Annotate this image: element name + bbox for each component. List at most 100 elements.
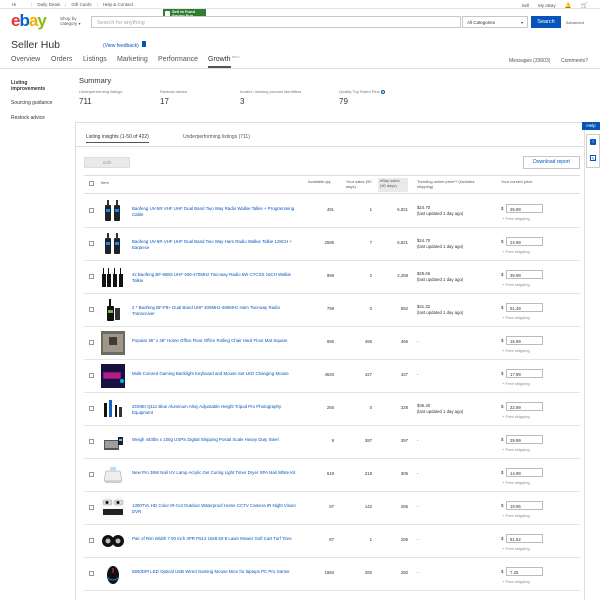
item-thumbnail[interactable] (101, 430, 125, 454)
item-title-link[interactable]: Baofeng UV-5R VHF UHF Dual Band Two Way … (132, 206, 300, 218)
row-checkbox[interactable] (89, 571, 94, 576)
item-thumbnail[interactable] (101, 397, 125, 421)
row-checkbox[interactable] (89, 373, 94, 378)
bell-icon[interactable]: 🔔 (565, 3, 572, 9)
price-input[interactable]: 17.99 (506, 369, 543, 378)
tab-underperforming-listings[interactable]: Underperforming listings (711) (183, 134, 250, 140)
sidebar-item-listing-improvements[interactable]: Listing improvements (11, 80, 61, 92)
item-title-link[interactable]: Multi-Colored Gaming Backlight Keyboard … (132, 371, 300, 377)
metric-top-rated-plus[interactable]: Quality Top Rated Plus i 79 (339, 89, 385, 106)
row-checkbox[interactable] (89, 208, 94, 213)
row-checkbox[interactable] (89, 538, 94, 543)
row-checkbox[interactable] (89, 439, 94, 444)
price-input[interactable]: 7.25 (506, 567, 543, 576)
info-icon[interactable]: i (380, 89, 385, 94)
free-shipping-label: + Free shipping (502, 579, 530, 584)
price-input[interactable]: 25.89 (506, 204, 543, 213)
tab-performance[interactable]: Performance (158, 56, 198, 63)
shop-by-category[interactable]: Shop by category ▾ (60, 16, 88, 26)
ebay-logo[interactable]: ebay (11, 12, 47, 30)
price-input[interactable]: 15.99 (506, 336, 543, 345)
select-all-checkbox[interactable] (89, 181, 94, 186)
item-thumbnail[interactable] (101, 364, 125, 388)
header-item[interactable]: Item (101, 180, 109, 186)
item-title-link[interactable]: New Pro 36W Nail UV Lamp Acrylic Gel Cur… (132, 470, 300, 476)
price-input[interactable]: 24.99 (506, 237, 543, 246)
feedback-icon[interactable] (142, 41, 146, 47)
row-checkbox[interactable] (89, 505, 94, 510)
header-trending-price[interactable]: Trending online price** (includes shippi… (417, 179, 487, 190)
category-select[interactable]: All Categories ▾ (462, 16, 528, 28)
row-checkbox[interactable] (89, 274, 94, 279)
my-ebay-link[interactable]: My eBay (538, 3, 556, 8)
item-thumbnail[interactable] (101, 199, 125, 223)
edit-button[interactable]: Edit (84, 157, 130, 168)
view-feedback-link[interactable]: (View feedback) (103, 43, 139, 49)
advanced-search-link[interactable]: Advanced (566, 20, 584, 25)
search-input[interactable]: Search for anything (91, 16, 461, 28)
row-checkbox[interactable] (89, 472, 94, 477)
tab-growth[interactable]: Growth (208, 56, 231, 68)
cart-icon[interactable]: 🛒 (581, 2, 588, 9)
row-checkbox[interactable] (89, 307, 94, 312)
search-button[interactable]: Search (531, 16, 561, 28)
item-title-link[interactable]: Pair of Rim Width 7.00 inch 4PR P512 18x… (132, 536, 300, 542)
metric-underperforming[interactable]: Underperforming listings 711 (79, 89, 122, 106)
tab-marketing[interactable]: Marketing (117, 56, 148, 63)
item-thumbnail[interactable] (101, 232, 125, 256)
sidebar-item-restock-advice[interactable]: Restock advice (11, 115, 45, 121)
item-title-link[interactable]: ZOMEI Q111 Blue Aluminum Alloy Adjustabl… (132, 404, 300, 416)
price-input[interactable]: 61.62 (506, 534, 543, 543)
item-title-link[interactable]: 1300TVL HD Color IR-Cut Outdoor Waterpro… (132, 503, 300, 515)
metric-invalid-identifiers[interactable]: Invalid / missing product identifiers 3 (240, 89, 301, 106)
table-row: Multi-Colored Gaming Backlight Keyboard … (84, 360, 580, 393)
row-checkbox[interactable] (89, 406, 94, 411)
download-report-button[interactable]: Download report (523, 156, 580, 169)
item-thumbnail[interactable] (101, 562, 125, 586)
tab-listing-insights[interactable]: Listing insights (1-50 of 422) (86, 134, 149, 143)
item-thumbnail[interactable] (101, 331, 125, 355)
gift-cards-link[interactable]: Gift Cards (71, 2, 91, 7)
table-row: Weigh 440lbs x 100g USPS Digital Shippin… (84, 426, 580, 459)
metric-restock[interactable]: Restock advice 17 (160, 89, 187, 106)
daily-deals-link[interactable]: Daily Deals (37, 2, 60, 7)
row-checkbox[interactable] (89, 241, 94, 246)
item-title-link[interactable]: Weigh 440lbs x 100g USPS Digital Shippin… (132, 437, 300, 443)
help-contact-link[interactable]: Help & Contact (103, 2, 133, 7)
item-thumbnail[interactable] (101, 265, 125, 289)
header-ebay-sales[interactable]: eBay sales (90 days) (378, 178, 408, 192)
header-current-price[interactable]: Your current price (501, 179, 551, 185)
question-icon[interactable]: ? (590, 139, 596, 145)
item-thumbnail[interactable] (101, 463, 125, 487)
item-thumbnail[interactable] (101, 496, 125, 520)
help-tab[interactable]: Help (582, 122, 600, 130)
item-title-link[interactable]: 2 * Baofeng BF-F8+ Dual Band UHF 400MHz-… (132, 305, 300, 317)
item-title-link[interactable]: 4x Baofeng BF-888S UHF 400-470MHz Two-wa… (132, 272, 300, 284)
header-available-qty[interactable]: Available qty (308, 179, 338, 185)
item-thumbnail[interactable] (101, 529, 125, 553)
sidebar-item-sourcing-guidance[interactable]: Sourcing guidance (11, 100, 52, 106)
row-checkbox[interactable] (89, 340, 94, 345)
price-input[interactable]: 29.99 (506, 435, 543, 444)
messages-link[interactable]: Messages (33603) (509, 58, 550, 64)
edit-note-icon[interactable]: ✎ (590, 155, 596, 161)
price-input[interactable]: 19.95 (506, 501, 543, 510)
price-input[interactable]: 22.69 (506, 402, 543, 411)
comments-link[interactable]: Comments? (561, 58, 588, 64)
header-your-sales[interactable]: Your sales (90 days) (346, 179, 372, 190)
item-thumbnail[interactable] (101, 298, 125, 322)
item-title-link[interactable]: Baofeng UV-5R VHF UHF Dual Band Two Way … (132, 239, 300, 251)
price-input[interactable]: 51.49 (506, 303, 543, 312)
available-qty: 491 (326, 207, 334, 212)
ebay-sales: 427 (400, 372, 408, 377)
item-title-link[interactable]: 5500DPI LED Optical USB Wired Gaming Mou… (132, 569, 300, 575)
tab-listings[interactable]: Listings (83, 56, 107, 63)
sell-link[interactable]: Sell (522, 3, 530, 8)
currency-symbol: $ (501, 371, 504, 376)
free-shipping-label: + Free shipping (502, 348, 530, 353)
tab-orders[interactable]: Orders (51, 56, 72, 63)
price-input[interactable]: 14.99 (506, 468, 543, 477)
price-input[interactable]: 39.99 (506, 270, 543, 279)
item-title-link[interactable]: Popular 36" x 48" Home Office Floor Offi… (132, 338, 300, 344)
tab-overview[interactable]: Overview (11, 56, 40, 63)
